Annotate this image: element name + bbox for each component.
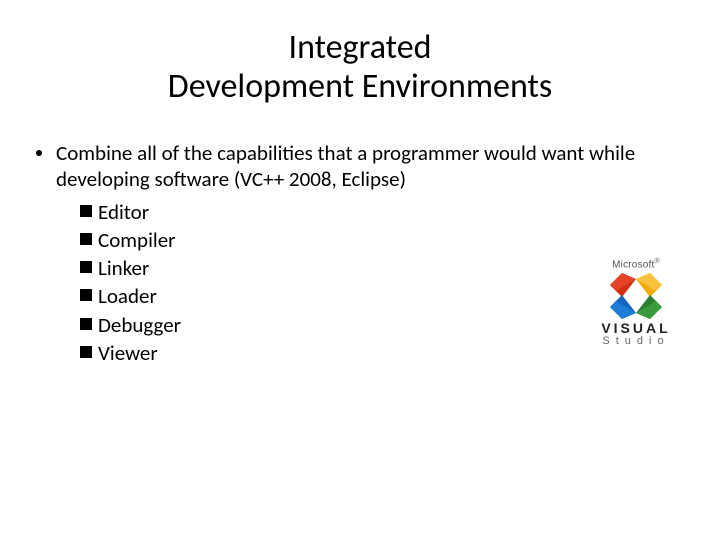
list-item: Editor xyxy=(80,199,684,225)
square-bullet-icon xyxy=(80,205,92,217)
bullet-item: Combine all of the capabilities that a p… xyxy=(36,140,684,193)
logo-line-2: Studio xyxy=(588,335,684,348)
visual-studio-logo: Microsoft® VISUAL Studio xyxy=(588,258,684,349)
list-item: Compiler xyxy=(80,227,684,253)
square-bullet-icon xyxy=(80,233,92,245)
list-item-label: Viewer xyxy=(98,340,158,366)
slide: Integrated Development Environments Comb… xyxy=(0,0,720,540)
slide-body: Combine all of the capabilities that a p… xyxy=(36,140,684,368)
list-item-label: Linker xyxy=(98,255,149,281)
title-line-1: Integrated xyxy=(289,27,432,68)
list-item-label: Editor xyxy=(98,199,149,225)
logo-line-1: VISUAL xyxy=(588,321,684,335)
square-bullet-icon xyxy=(80,261,92,273)
list-item-label: Loader xyxy=(98,283,157,309)
slide-title: Integrated Development Environments xyxy=(0,28,720,106)
list-item-label: Debugger xyxy=(98,312,181,338)
bullet-dot-icon xyxy=(36,150,42,156)
bullet-text: Combine all of the capabilities that a p… xyxy=(56,140,684,193)
infinity-ribbon-icon xyxy=(610,273,662,319)
title-line-2: Development Environments xyxy=(168,66,552,107)
logo-brand-text: Microsoft xyxy=(612,259,654,270)
square-bullet-icon xyxy=(80,318,92,330)
square-bullet-icon xyxy=(80,289,92,301)
square-bullet-icon xyxy=(80,346,92,358)
logo-brand: Microsoft® xyxy=(588,258,684,270)
list-item-label: Compiler xyxy=(98,227,176,253)
